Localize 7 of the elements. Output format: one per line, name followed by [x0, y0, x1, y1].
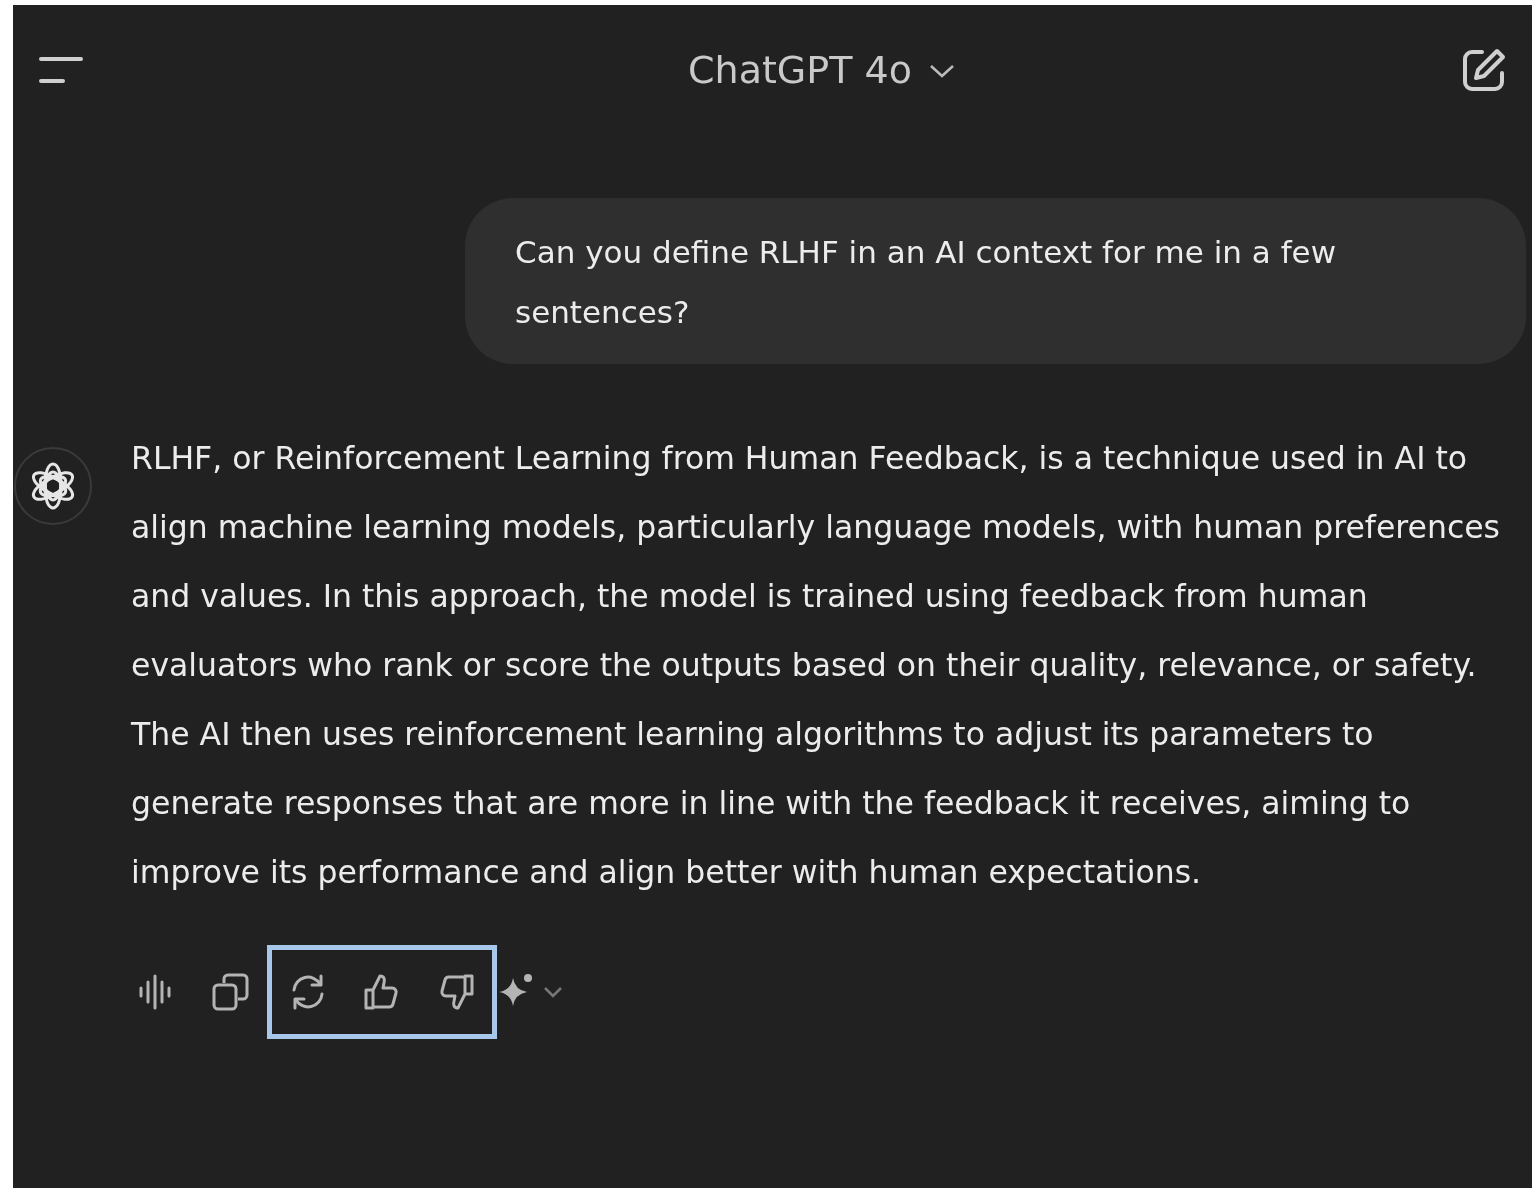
- menu-icon[interactable]: [38, 55, 84, 85]
- assistant-avatar-icon: [13, 446, 93, 526]
- copy-icon[interactable]: [211, 972, 251, 1012]
- assistant-message: RLHF, or Reinforcement Learning from Human Feedback, is a technique used in AI to align machine learning models, particularly language models, with human preferences and values. In this approach, the model is trained using feedback from human evaluators who rank or score the outputs based on their quality, relevance, or safety. The AI then uses reinforcement learning algorithms to adjust its parameters to generate responses that are more in line with the feedback it receives, aiming to improve its performance and align better with human expectations.: [131, 439, 1501, 892]
- new-chat-icon[interactable]: [1460, 46, 1508, 94]
- user-message: Can you define RLHF in an AI context for me in a few sentences?: [465, 198, 1526, 364]
- model-selector[interactable]: ChatGPT 4o: [688, 48, 956, 92]
